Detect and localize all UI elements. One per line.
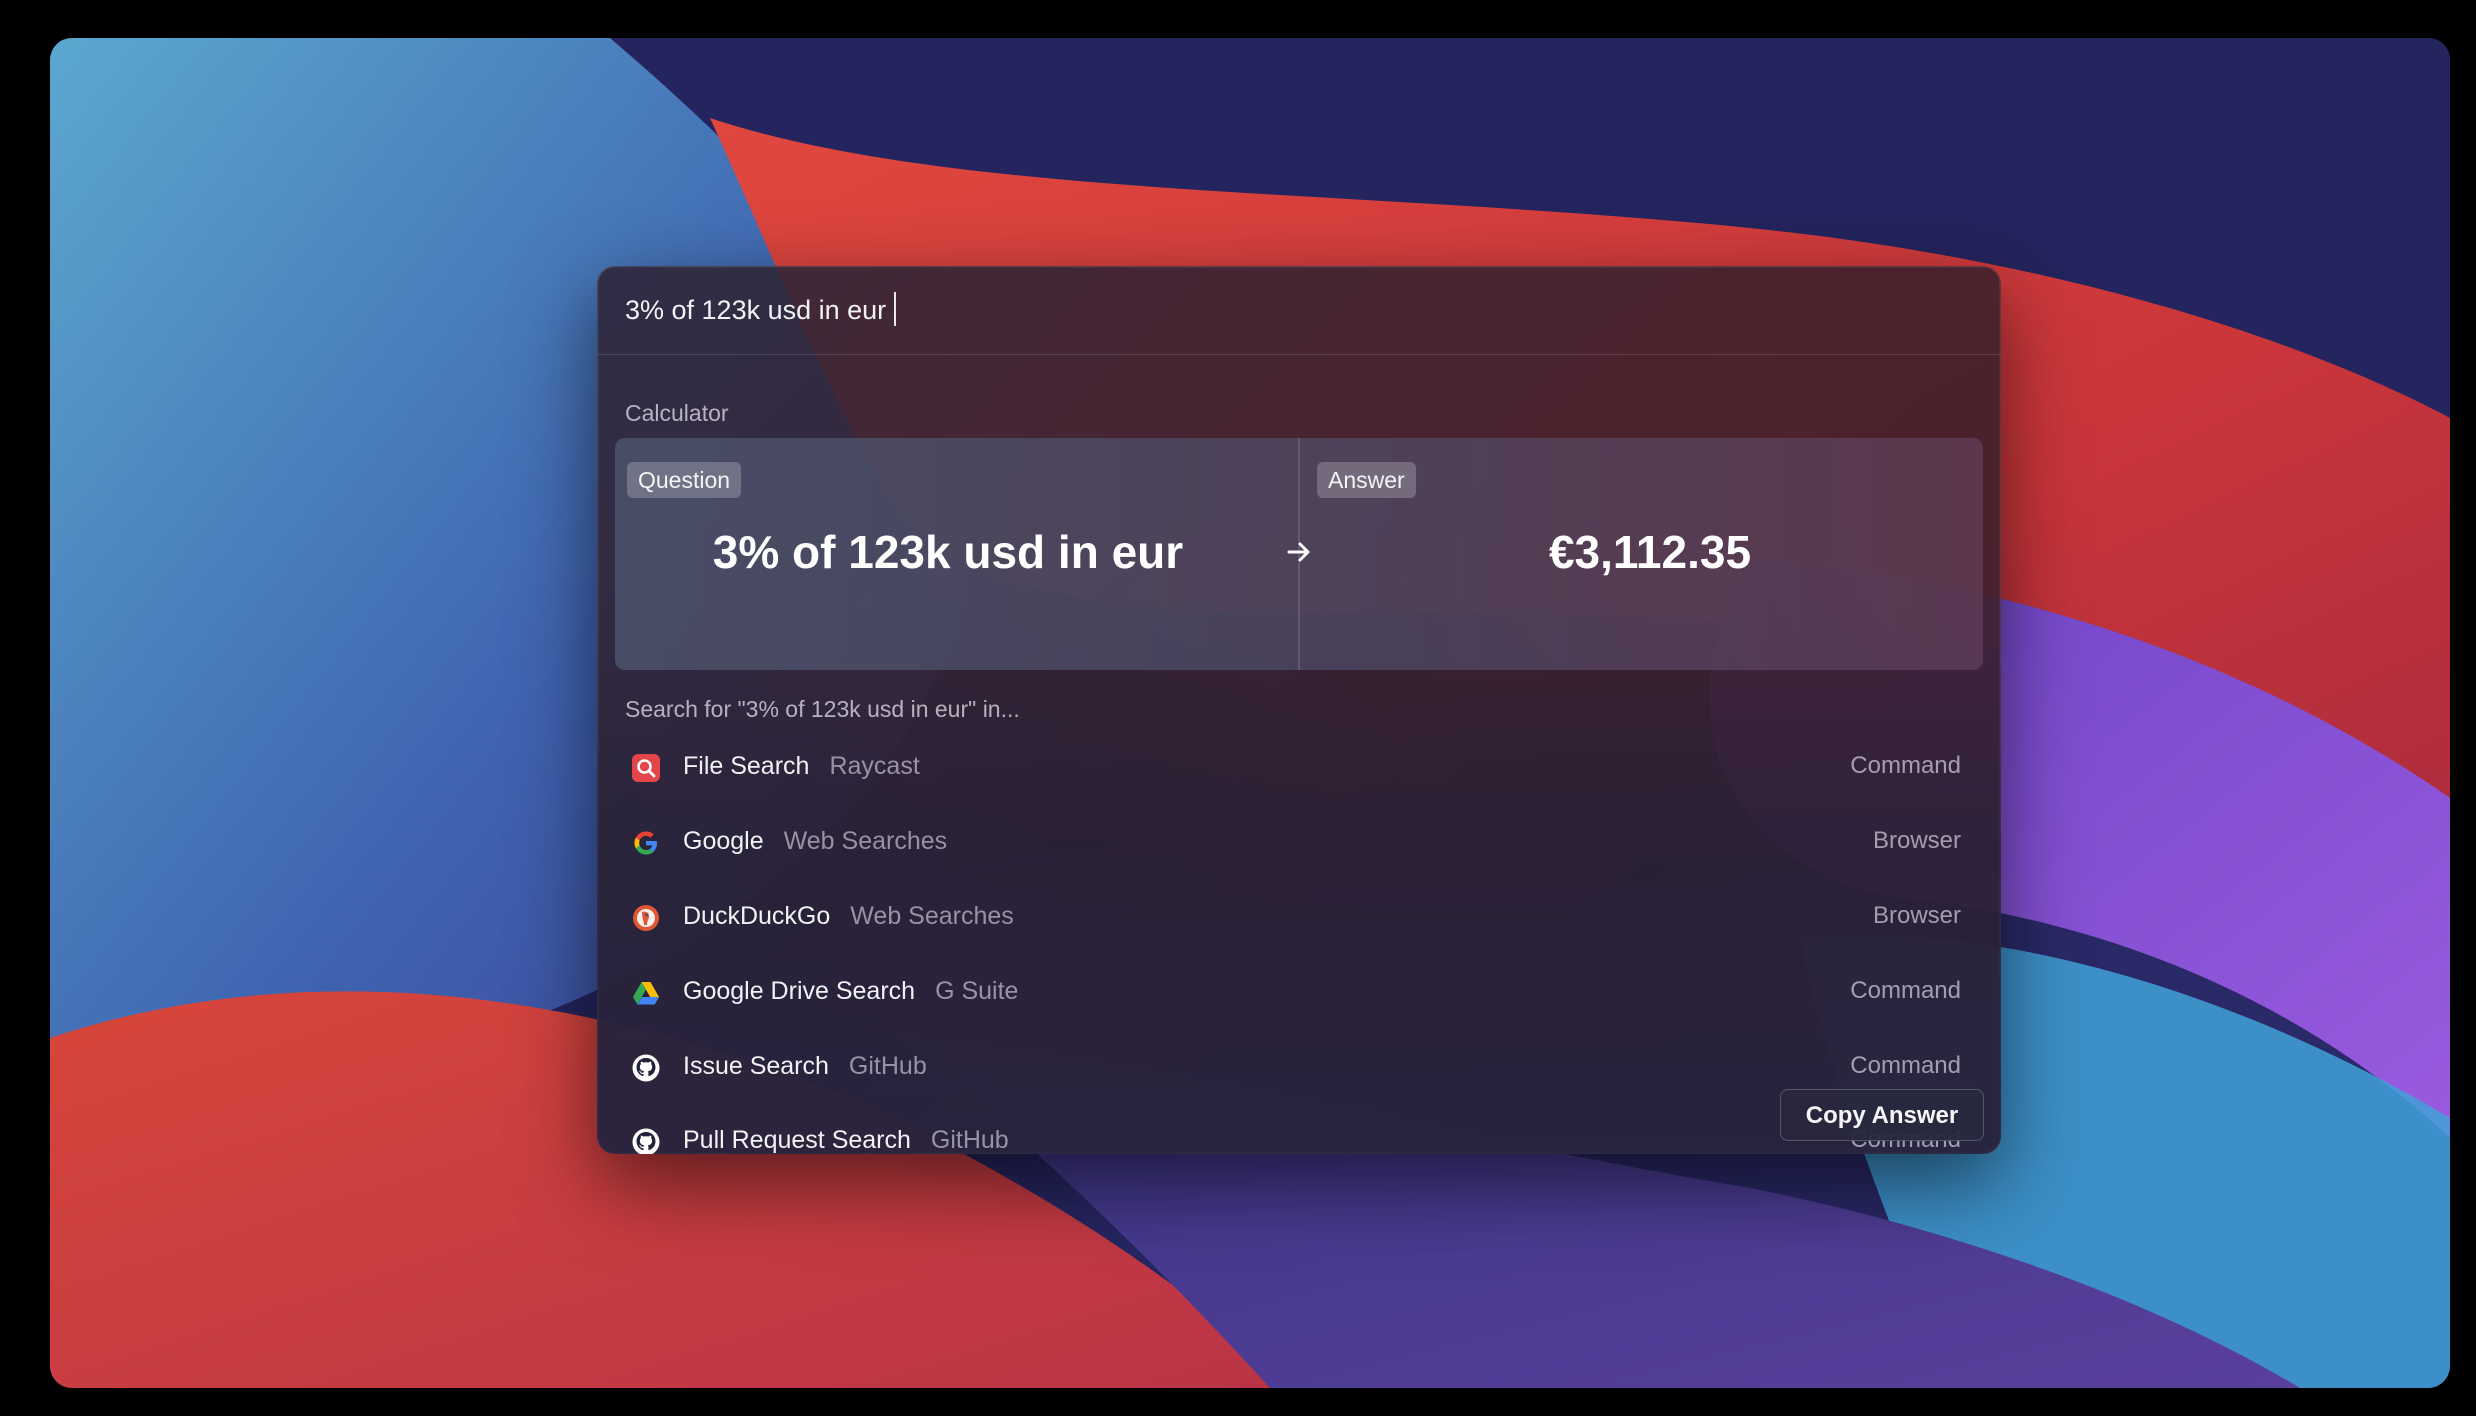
launcher-window: Calculator Question 3% of 123k usd in eu… — [597, 266, 2001, 1154]
list-item-accessory: Browser — [1872, 902, 1961, 929]
duckduckgo-icon — [633, 905, 659, 931]
copy-answer-button[interactable]: Copy Answer — [1780, 1089, 1984, 1141]
list-item-file-search[interactable]: File Search Raycast Command — [615, 732, 1983, 804]
list-item-label: Issue Search — [683, 1052, 829, 1080]
arrow-right-icon — [1287, 542, 1310, 562]
list-item-title: Google Web Searches — [683, 827, 947, 856]
question-value: 3% of 123k usd in eur — [712, 526, 1184, 578]
list-item-label: File Search — [683, 752, 810, 780]
list-item-label: DuckDuckGo — [683, 902, 831, 930]
list-item-accessory: Command — [1850, 752, 1961, 779]
search-bar — [597, 266, 2001, 355]
list-item-google-drive-search[interactable]: Google Drive Search G Suite Command — [615, 957, 1983, 1029]
list-item-subtitle: GitHub — [930, 1126, 1009, 1154]
list-item-subtitle: Raycast — [829, 752, 920, 780]
list-item-accessory: Command — [1850, 1052, 1961, 1079]
list-item-title: Pull Request Search GitHub — [683, 1126, 1009, 1154]
list-item-subtitle: Web Searches — [783, 827, 948, 855]
search-input[interactable] — [625, 286, 1965, 334]
google-drive-icon — [633, 982, 659, 1005]
list-item-issue-search[interactable]: Issue Search GitHub Command — [615, 1032, 1983, 1104]
github-icon — [632, 1054, 660, 1082]
calculator-card[interactable]: Question 3% of 123k usd in eur Answer €3… — [615, 438, 1983, 670]
list-item-title: Issue Search GitHub — [683, 1052, 927, 1081]
list-item-duckduckgo[interactable]: DuckDuckGo Web Searches Browser — [615, 882, 1983, 954]
list-item-label: Google Drive Search — [683, 977, 916, 1005]
list-item-google[interactable]: Google Web Searches Browser — [615, 807, 1983, 879]
desktop: Calculator Question 3% of 123k usd in eu… — [50, 38, 2450, 1388]
question-tag: Question — [627, 462, 742, 498]
list-item-pull-request-search[interactable]: Pull Request SearchGitHub Command — [615, 1106, 1983, 1154]
list-item-subtitle: GitHub — [848, 1052, 927, 1080]
list-item-accessory: Browser — [1872, 827, 1961, 854]
answer-tag: Answer — [1317, 462, 1416, 498]
text-caret — [894, 292, 896, 326]
google-icon — [634, 831, 657, 855]
list-item-title: DuckDuckGo Web Searches — [683, 902, 1014, 931]
answer-value: €3,112.35 — [1548, 526, 1752, 578]
search-in-section-label: Search for "3% of 123k usd in eur" in... — [625, 696, 1020, 722]
list-item-title: File Search Raycast — [683, 752, 920, 781]
calculator-section-label: Calculator — [625, 400, 729, 426]
list-item-subtitle: Web Searches — [850, 902, 1014, 930]
list-item-subtitle: G Suite — [935, 977, 1019, 1005]
list-item-accessory: Command — [1850, 977, 1961, 1004]
list-item-label: Google — [683, 827, 764, 855]
list-item-title: Google Drive Search G Suite — [683, 977, 1018, 1006]
list-item-label: Pull Request Search — [683, 1126, 911, 1154]
github-icon — [632, 1128, 660, 1154]
file-search-icon — [632, 754, 660, 782]
